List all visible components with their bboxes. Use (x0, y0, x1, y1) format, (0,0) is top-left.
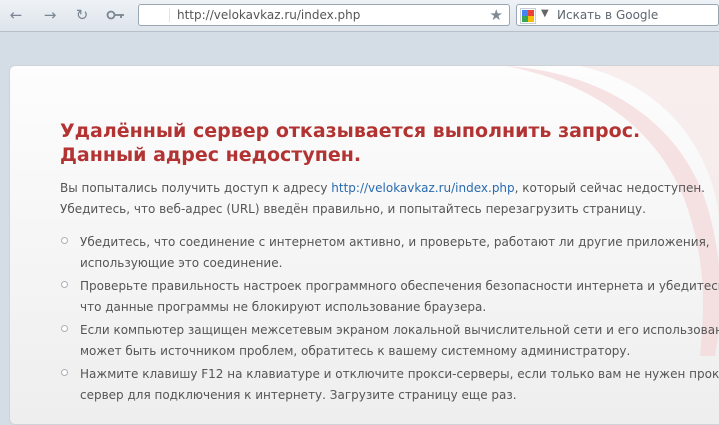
chevron-down-icon[interactable]: ▼ (541, 8, 549, 19)
browser-toolbar: ← → ↻ http://velokavkaz.ru/index.php ★ ▼… (0, 0, 719, 32)
error-page: Удалённый сервер отказывается выполнить … (9, 65, 719, 425)
address-url[interactable]: http://velokavkaz.ru/index.php (177, 8, 360, 23)
list-item: Проверьте правильность настроек программ… (60, 276, 719, 318)
list-item: Убедитесь, что соединение с интернетом а… (60, 232, 719, 274)
reload-icon: ↻ (75, 6, 89, 24)
reload-button[interactable]: ↻ (72, 6, 92, 24)
error-description: Вы попытались получить доступ к адресу h… (60, 178, 710, 220)
error-title: Удалённый сервер отказывается выполнить … (60, 119, 710, 167)
forward-button[interactable]: → (40, 6, 60, 24)
star-icon[interactable]: ★ (490, 6, 503, 24)
bullet-icon (61, 237, 68, 244)
search-placeholder[interactable]: Искать в Google (557, 8, 658, 23)
list-item: Нажмите клавишу F12 на клавиатуре и откл… (60, 364, 719, 406)
search-box[interactable]: ▼ Искать в Google (516, 4, 719, 26)
intro-suffix: , который сейчас недоступен. (514, 181, 705, 195)
bullet-icon (61, 369, 68, 376)
error-title-line2: Данный адрес недоступен. (60, 144, 362, 166)
back-button[interactable]: ← (6, 6, 26, 24)
key-icon (106, 10, 124, 20)
address-bar[interactable]: http://velokavkaz.ru/index.php ★ (138, 4, 510, 26)
error-title-line1: Удалённый сервер отказывается выполнить … (60, 120, 641, 142)
google-icon[interactable] (520, 8, 536, 24)
failed-url-link[interactable]: http://velokavkaz.ru/index.php (331, 181, 514, 195)
arrow-left-icon: ← (9, 6, 23, 24)
bullet-icon (61, 325, 68, 332)
intro-line2: Убедитесь, что веб-адрес (URL) введён пр… (60, 202, 646, 216)
troubleshooting-list: Убедитесь, что соединение с интернетом а… (60, 232, 719, 408)
bullet-icon (61, 281, 68, 288)
page-icon (143, 8, 170, 22)
key-button[interactable] (104, 6, 128, 24)
arrow-right-icon: → (43, 6, 57, 24)
list-item: Если компьютер защищен межсетевым экрано… (60, 320, 719, 362)
intro-prefix: Вы попытались получить доступ к адресу (60, 181, 332, 195)
